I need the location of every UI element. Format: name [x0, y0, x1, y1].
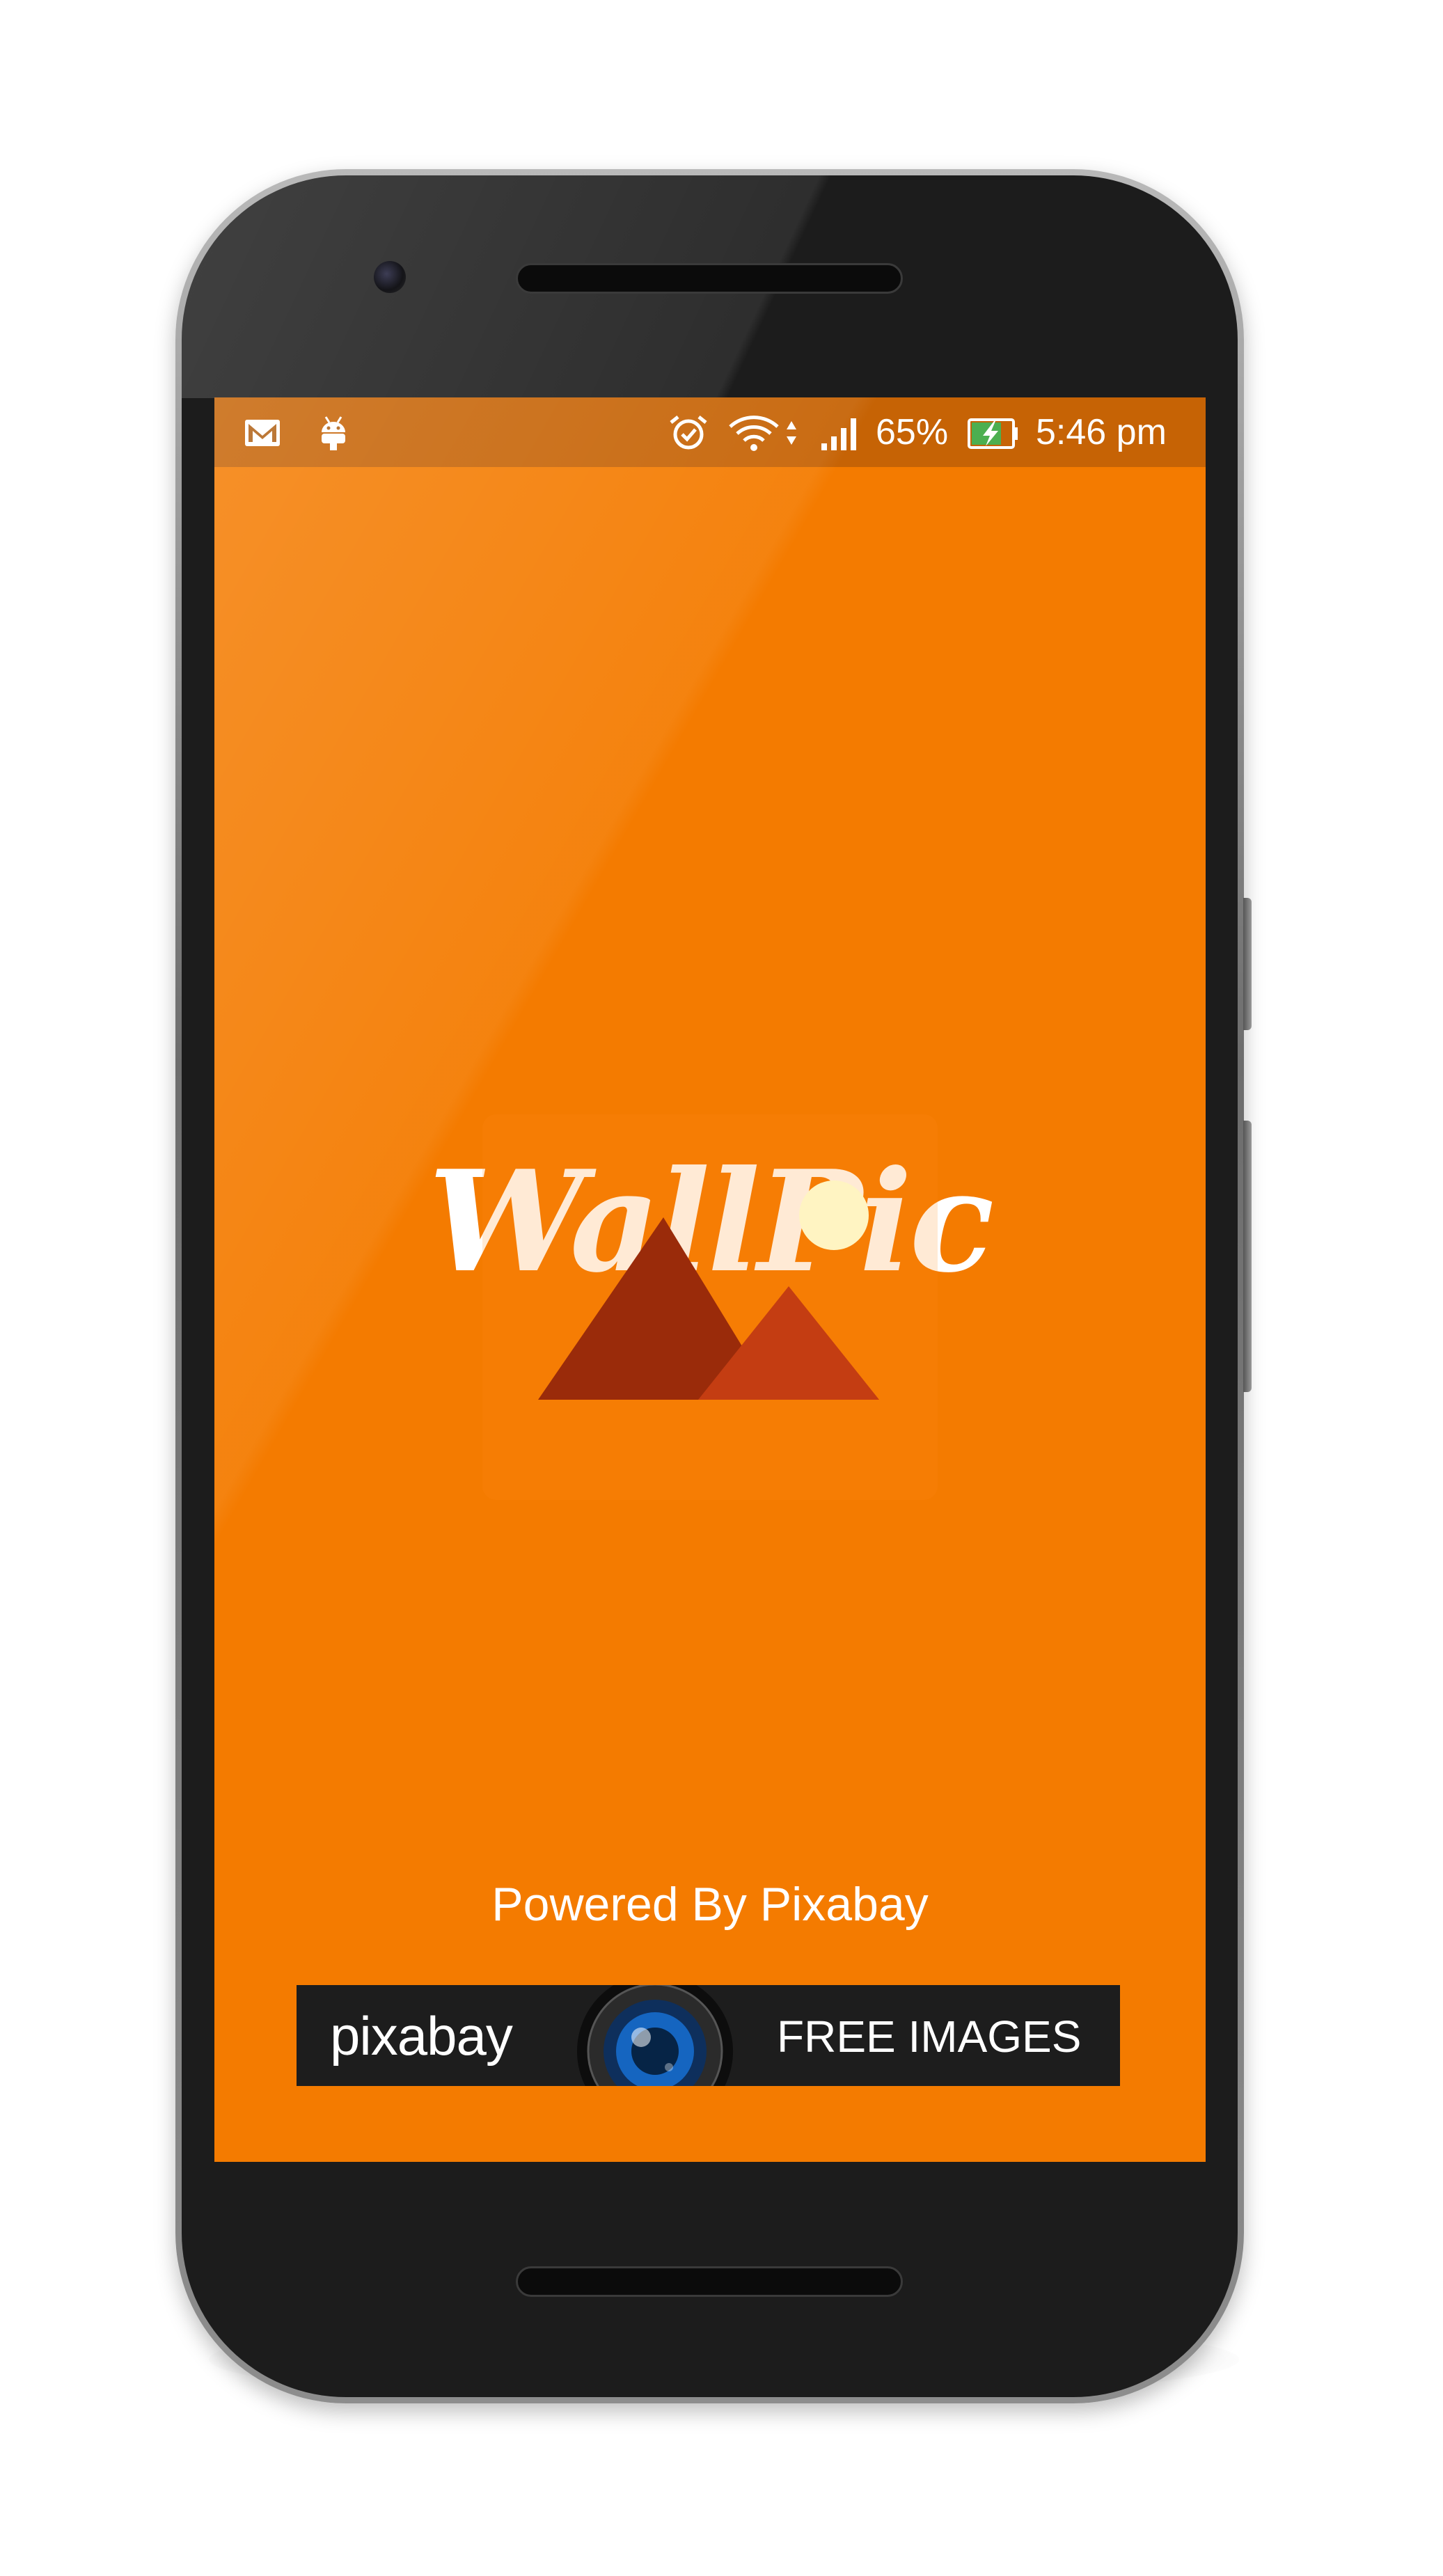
status-bar: 65% 5:46 pm: [214, 397, 1206, 467]
battery-charging-icon: [968, 418, 1018, 449]
pixabay-banner[interactable]: pixabay FREE IMAGES: [297, 1985, 1120, 2086]
battery-percent: 65%: [876, 412, 949, 452]
camera-lens-icon: [577, 1985, 733, 2086]
screenshot-page: 65% 5:46 pm WallPic Powered By Pixabay p…: [0, 0, 1443, 2576]
bottom-speaker: [516, 2266, 903, 2297]
app-screen: 65% 5:46 pm WallPic Powered By Pixabay p…: [214, 397, 1206, 2162]
status-time: 5:46 pm: [1036, 412, 1167, 452]
power-button: [1243, 1121, 1252, 1392]
wifi-icon: [729, 416, 779, 451]
front-camera: [374, 261, 406, 293]
volume-button: [1243, 898, 1252, 1030]
pixabay-logo: pixabay: [330, 2005, 513, 2067]
free-images-text: FREE IMAGES: [777, 2012, 1082, 2062]
powered-by-text: Powered By Pixabay: [491, 1878, 929, 1931]
image-placeholder-icon: [482, 1114, 938, 1500]
signal-icon: [821, 418, 856, 450]
data-arrows-icon: [787, 421, 796, 445]
alarm-icon: [670, 416, 707, 450]
android-debug-icon: [322, 416, 345, 450]
top-speaker: [516, 263, 903, 294]
gmail-icon: [245, 420, 280, 446]
